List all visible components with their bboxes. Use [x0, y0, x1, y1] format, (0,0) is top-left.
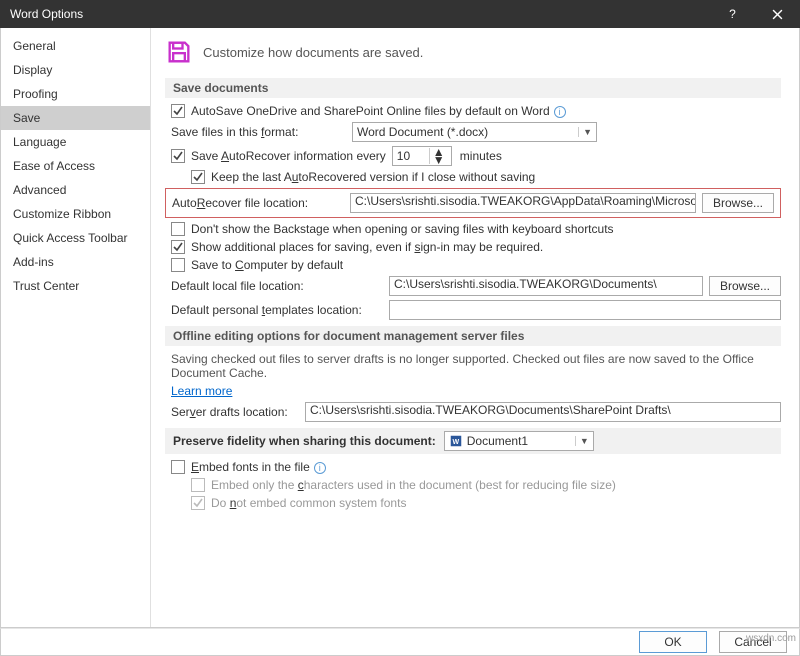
savecomp-checkbox[interactable]	[171, 258, 185, 272]
close-button[interactable]	[755, 0, 800, 28]
dontshow-checkbox[interactable]	[171, 222, 185, 236]
embed-common-label: Do not embed common system fonts	[211, 496, 406, 510]
section-fidelity: Preserve fidelity when sharing this docu…	[165, 428, 781, 454]
content-pane: Customize how documents are saved. Save …	[151, 28, 799, 627]
format-label: Save files in this format:	[171, 125, 346, 139]
sidebar-item-ease[interactable]: Ease of Access	[1, 154, 150, 178]
spin-down-icon[interactable]: ▼	[433, 156, 445, 164]
fidelity-label: Preserve fidelity when sharing this docu…	[173, 434, 436, 448]
info-icon[interactable]: i	[314, 462, 326, 474]
autorecover-location-row: AutoRecover file location: C:\Users\sris…	[165, 188, 781, 218]
sidebar-item-display[interactable]: Display	[1, 58, 150, 82]
section-save-documents: Save documents	[165, 78, 781, 98]
minutes-label: minutes	[460, 149, 502, 163]
watermark: wsxdn.com	[746, 633, 796, 644]
defloc-field[interactable]: C:\Users\srishti.sisodia.TWEAKORG\Docume…	[389, 276, 703, 296]
arloc-label: AutoRecover file location:	[172, 196, 344, 210]
autosave-checkbox[interactable]	[171, 104, 185, 118]
autorecover-label: Save AutoRecover information every	[191, 149, 386, 163]
arloc-browse-button[interactable]: Browse...	[702, 193, 774, 213]
embed-label: Embed fonts in the filei	[191, 460, 326, 474]
embed-checkbox[interactable]	[171, 460, 185, 474]
chevron-down-icon: ▼	[575, 436, 589, 446]
deftpl-label: Default personal templates location:	[171, 303, 383, 317]
sidebar-item-proofing[interactable]: Proofing	[1, 82, 150, 106]
autosave-label: AutoSave OneDrive and SharePoint Online …	[191, 104, 566, 118]
showadd-checkbox[interactable]	[171, 240, 185, 254]
sidebar-item-language[interactable]: Language	[1, 130, 150, 154]
info-icon[interactable]: i	[554, 106, 566, 118]
learn-more-link[interactable]: Learn more	[171, 384, 232, 398]
window-title: Word Options	[10, 7, 710, 21]
sidebar-item-addins[interactable]: Add-ins	[1, 250, 150, 274]
embed-chars-label: Embed only the characters used in the do…	[211, 478, 616, 492]
help-button[interactable]: ?	[710, 0, 755, 28]
sidebar-item-general[interactable]: General	[1, 34, 150, 58]
deftpl-field[interactable]	[389, 300, 781, 320]
title-bar: Word Options ?	[0, 0, 800, 28]
sidebar-item-save[interactable]: Save	[1, 106, 150, 130]
save-disk-icon	[165, 38, 193, 66]
savecomp-label: Save to Computer by default	[191, 258, 343, 272]
page-header: Customize how documents are saved.	[203, 45, 423, 60]
sidebar-item-qat[interactable]: Quick Access Toolbar	[1, 226, 150, 250]
dialog-footer: OK Cancel	[0, 628, 800, 656]
section-offline: Offline editing options for document man…	[165, 326, 781, 346]
embed-chars-checkbox	[191, 478, 205, 492]
fidelity-doc-dropdown[interactable]: W Document1▼	[444, 431, 594, 451]
svg-text:W: W	[452, 439, 459, 446]
sidebar-item-trust[interactable]: Trust Center	[1, 274, 150, 298]
defloc-browse-button[interactable]: Browse...	[709, 276, 781, 296]
word-doc-icon: W	[449, 434, 463, 448]
sidebar-item-advanced[interactable]: Advanced	[1, 178, 150, 202]
showadd-label: Show additional places for saving, even …	[191, 240, 543, 254]
autorecover-minutes-spinner[interactable]: ▲▼	[392, 146, 452, 166]
format-dropdown[interactable]: Word Document (*.docx)▼	[352, 122, 597, 142]
ok-button[interactable]: OK	[639, 631, 707, 653]
sidebar: General Display Proofing Save Language E…	[1, 28, 151, 627]
keeplast-label: Keep the last AutoRecovered version if I…	[211, 170, 535, 184]
sidebar-item-ribbon[interactable]: Customize Ribbon	[1, 202, 150, 226]
offline-info: Saving checked out files to server draft…	[171, 352, 781, 380]
keeplast-checkbox[interactable]	[191, 170, 205, 184]
drafts-field[interactable]: C:\Users\srishti.sisodia.TWEAKORG\Docume…	[305, 402, 781, 422]
chevron-down-icon: ▼	[578, 127, 592, 137]
arloc-field[interactable]: C:\Users\srishti.sisodia.TWEAKORG\AppDat…	[350, 193, 696, 213]
defloc-label: Default local file location:	[171, 279, 383, 293]
autorecover-minutes-input[interactable]	[393, 149, 429, 163]
embed-common-checkbox	[191, 496, 205, 510]
autorecover-checkbox[interactable]	[171, 149, 185, 163]
drafts-label: Server drafts location:	[171, 405, 299, 419]
dontshow-label: Don't show the Backstage when opening or…	[191, 222, 614, 236]
